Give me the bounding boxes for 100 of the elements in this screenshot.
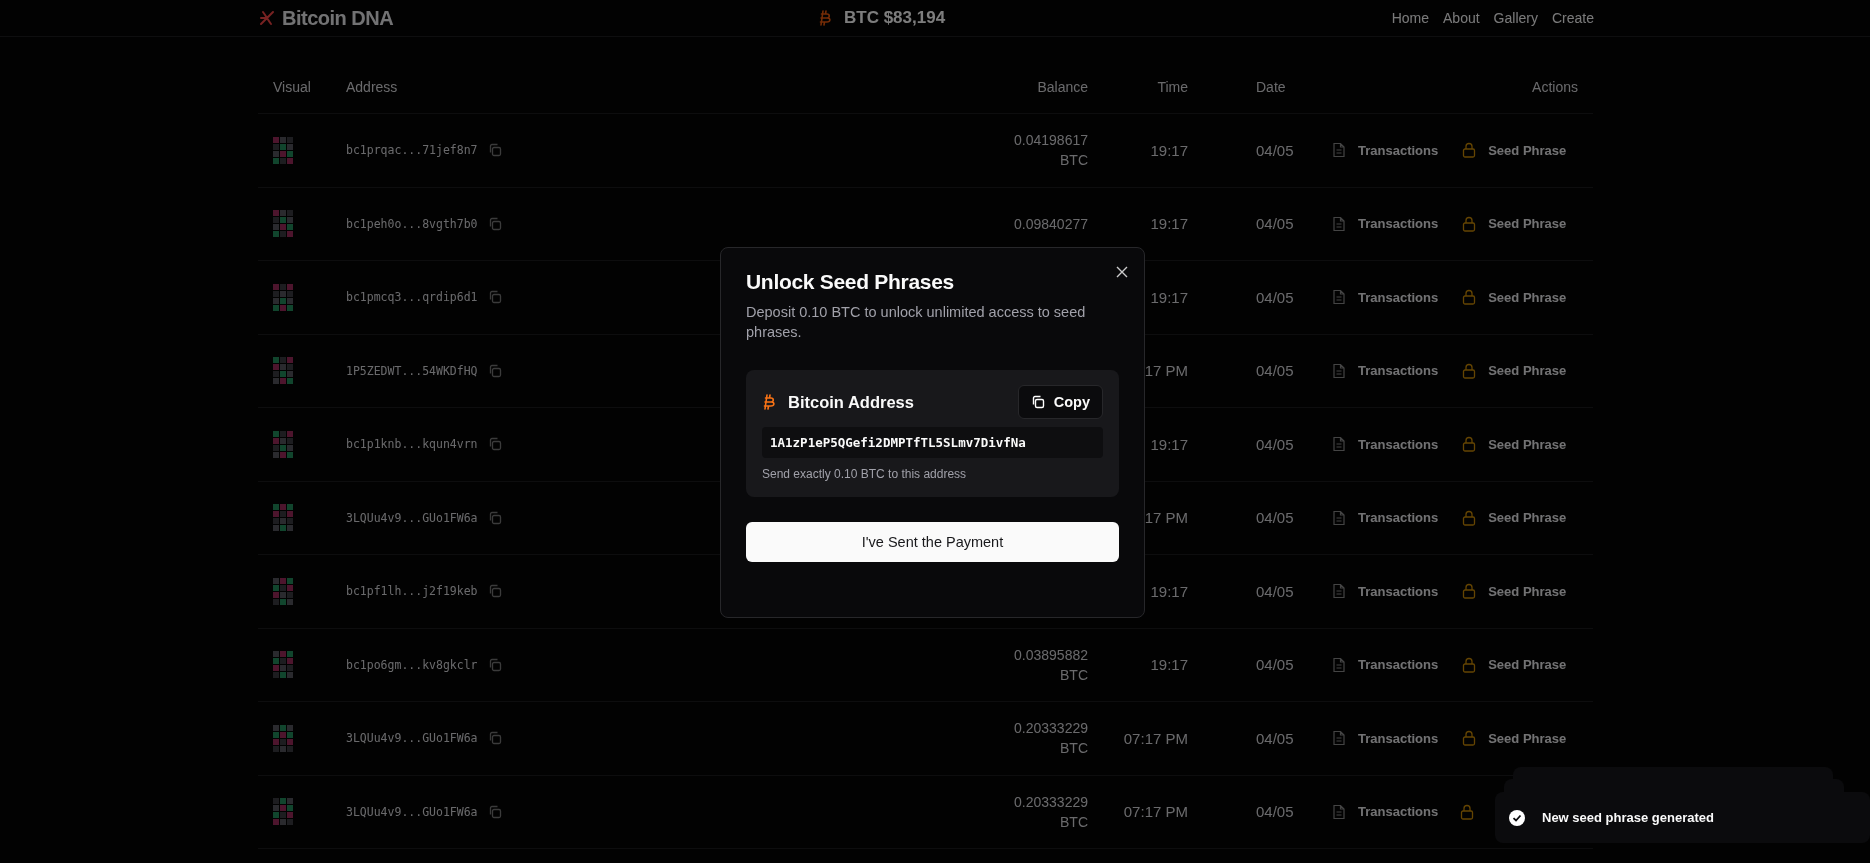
transactions-button[interactable]: Transactions — [1330, 799, 1447, 824]
visual-pattern — [273, 283, 293, 311]
bitcoin-icon — [818, 9, 832, 27]
balance: 0.20333229 BTC — [1013, 719, 1088, 759]
time: 07:17 PM — [1123, 729, 1188, 747]
btc-price: BTC $83,194 — [844, 8, 946, 28]
logo-text[interactable]: Bitcoin DNA — [282, 6, 394, 30]
document-icon — [1332, 509, 1346, 526]
seed-phrase-button[interactable]: Seed Phrase — [1460, 652, 1575, 677]
time: 19:17 — [1150, 215, 1188, 233]
nav-link[interactable]: Home — [1391, 10, 1429, 26]
visual-pattern — [273, 651, 293, 679]
seed-phrase-button[interactable]: Seed Phrase — [1460, 138, 1575, 163]
date: 04/05 — [1256, 582, 1294, 600]
lock-icon[interactable] — [1460, 803, 1475, 820]
time: 17 PM — [1144, 509, 1188, 527]
document-icon — [1332, 656, 1346, 673]
wallet-address: 3LQUu4v9...GUo1FW6a — [346, 804, 478, 819]
seed-phrase-button[interactable]: Seed Phrase — [1460, 579, 1575, 604]
transactions-button[interactable]: Transactions — [1330, 579, 1447, 604]
transactions-button[interactable]: Transactions — [1330, 211, 1447, 236]
wallet-address: bc1p1knb...kqun4vrn — [346, 437, 478, 452]
document-icon — [1332, 362, 1346, 379]
seed-phrase-button[interactable]: Seed Phrase — [1460, 285, 1575, 310]
column-header: Actions — [1531, 78, 1579, 95]
column-header: Balance — [1036, 78, 1089, 95]
lock-icon — [1462, 656, 1477, 673]
copy-icon[interactable] — [487, 143, 502, 158]
transactions-button[interactable]: Transactions — [1330, 138, 1447, 163]
lock-icon — [1462, 215, 1477, 232]
date: 04/05 — [1256, 729, 1294, 747]
column-header: Date — [1255, 78, 1287, 95]
lock-icon — [1462, 730, 1477, 747]
visual-pattern — [273, 136, 293, 164]
wallet-address: 1P5ZEDWT...54WKDfHQ — [346, 363, 478, 378]
time: 19:17 — [1150, 141, 1188, 159]
seed-phrase-button[interactable]: Seed Phrase — [1460, 726, 1575, 751]
date: 04/05 — [1256, 215, 1294, 233]
document-icon — [1332, 583, 1346, 600]
address-field[interactable]: 1A1zP1eP5QGefi2DMPTfTL5SLmv7DivfNa — [762, 427, 1103, 458]
check-circle-icon — [1509, 809, 1525, 826]
card-title: Bitcoin Address — [788, 392, 915, 412]
copy-icon[interactable] — [487, 657, 502, 672]
nav-link[interactable]: Create — [1551, 10, 1594, 26]
nav-link[interactable]: Gallery — [1493, 10, 1538, 26]
visual-pattern — [273, 430, 293, 458]
copy-icon[interactable] — [487, 510, 502, 525]
transactions-button[interactable]: Transactions — [1330, 432, 1447, 457]
copy-icon[interactable] — [487, 216, 502, 231]
document-icon — [1332, 803, 1346, 820]
copy-icon[interactable] — [487, 363, 502, 378]
date: 04/05 — [1256, 288, 1294, 306]
date: 04/05 — [1256, 435, 1294, 453]
wallet-address: bc1prqac...71jef8n7 — [346, 143, 478, 158]
lock-icon — [1462, 289, 1477, 306]
lock-icon — [1462, 362, 1477, 379]
visual-pattern — [273, 724, 293, 752]
date: 04/05 — [1256, 141, 1294, 159]
visual-pattern — [273, 798, 293, 826]
copy-icon — [1030, 395, 1045, 409]
address-note: Send exactly 0.10 BTC to this address — [762, 467, 968, 481]
time: 19:17 — [1150, 582, 1188, 600]
visual-pattern — [273, 504, 293, 532]
bitcoin-icon — [762, 393, 776, 411]
visual-pattern — [273, 210, 293, 238]
copy-icon[interactable] — [487, 584, 502, 599]
seed-phrase-button[interactable]: Seed Phrase — [1460, 358, 1575, 383]
transactions-button[interactable]: Transactions — [1330, 285, 1447, 310]
time: 19:17 — [1150, 656, 1188, 674]
time: 17 PM — [1144, 362, 1188, 380]
transactions-button[interactable]: Transactions — [1330, 652, 1447, 677]
column-header: Time — [1156, 78, 1189, 95]
time: 19:17 — [1150, 288, 1188, 306]
dialog-description: Deposit 0.10 BTC to unlock unlimited access to seed phrases. — [746, 303, 1087, 342]
wallet-address: 3LQUu4v9...GUo1FW6a — [346, 510, 478, 525]
copy-button[interactable]: Copy — [1017, 385, 1103, 419]
transactions-button[interactable]: Transactions — [1330, 358, 1447, 383]
transactions-button[interactable]: Transactions — [1330, 505, 1447, 530]
date: 04/05 — [1256, 362, 1294, 380]
column-header: Visual — [272, 78, 312, 95]
seed-phrase-button[interactable]: Seed Phrase — [1460, 432, 1575, 457]
copy-icon[interactable] — [487, 437, 502, 452]
nav-link[interactable]: About — [1443, 10, 1480, 26]
copy-icon[interactable] — [487, 731, 502, 746]
visual-pattern — [273, 357, 293, 385]
visual-pattern — [273, 577, 293, 605]
lock-icon — [1462, 436, 1477, 453]
balance: 0.20333229 BTC — [1013, 792, 1088, 832]
balance: 0.03895882 BTC — [1013, 645, 1088, 685]
copy-icon[interactable] — [487, 804, 502, 819]
toast-message: New seed phrase generated — [1542, 810, 1714, 825]
copy-icon[interactable] — [487, 290, 502, 305]
date: 04/05 — [1256, 509, 1294, 527]
confirm-payment-button[interactable]: I've Sent the Payment — [746, 522, 1119, 562]
transactions-button[interactable]: Transactions — [1330, 726, 1447, 751]
seed-phrase-button[interactable]: Seed Phrase — [1460, 211, 1575, 236]
document-icon — [1332, 215, 1346, 232]
date: 04/05 — [1256, 656, 1294, 674]
wallet-address: 3LQUu4v9...GUo1FW6a — [346, 731, 478, 746]
seed-phrase-button[interactable]: Seed Phrase — [1460, 505, 1575, 530]
